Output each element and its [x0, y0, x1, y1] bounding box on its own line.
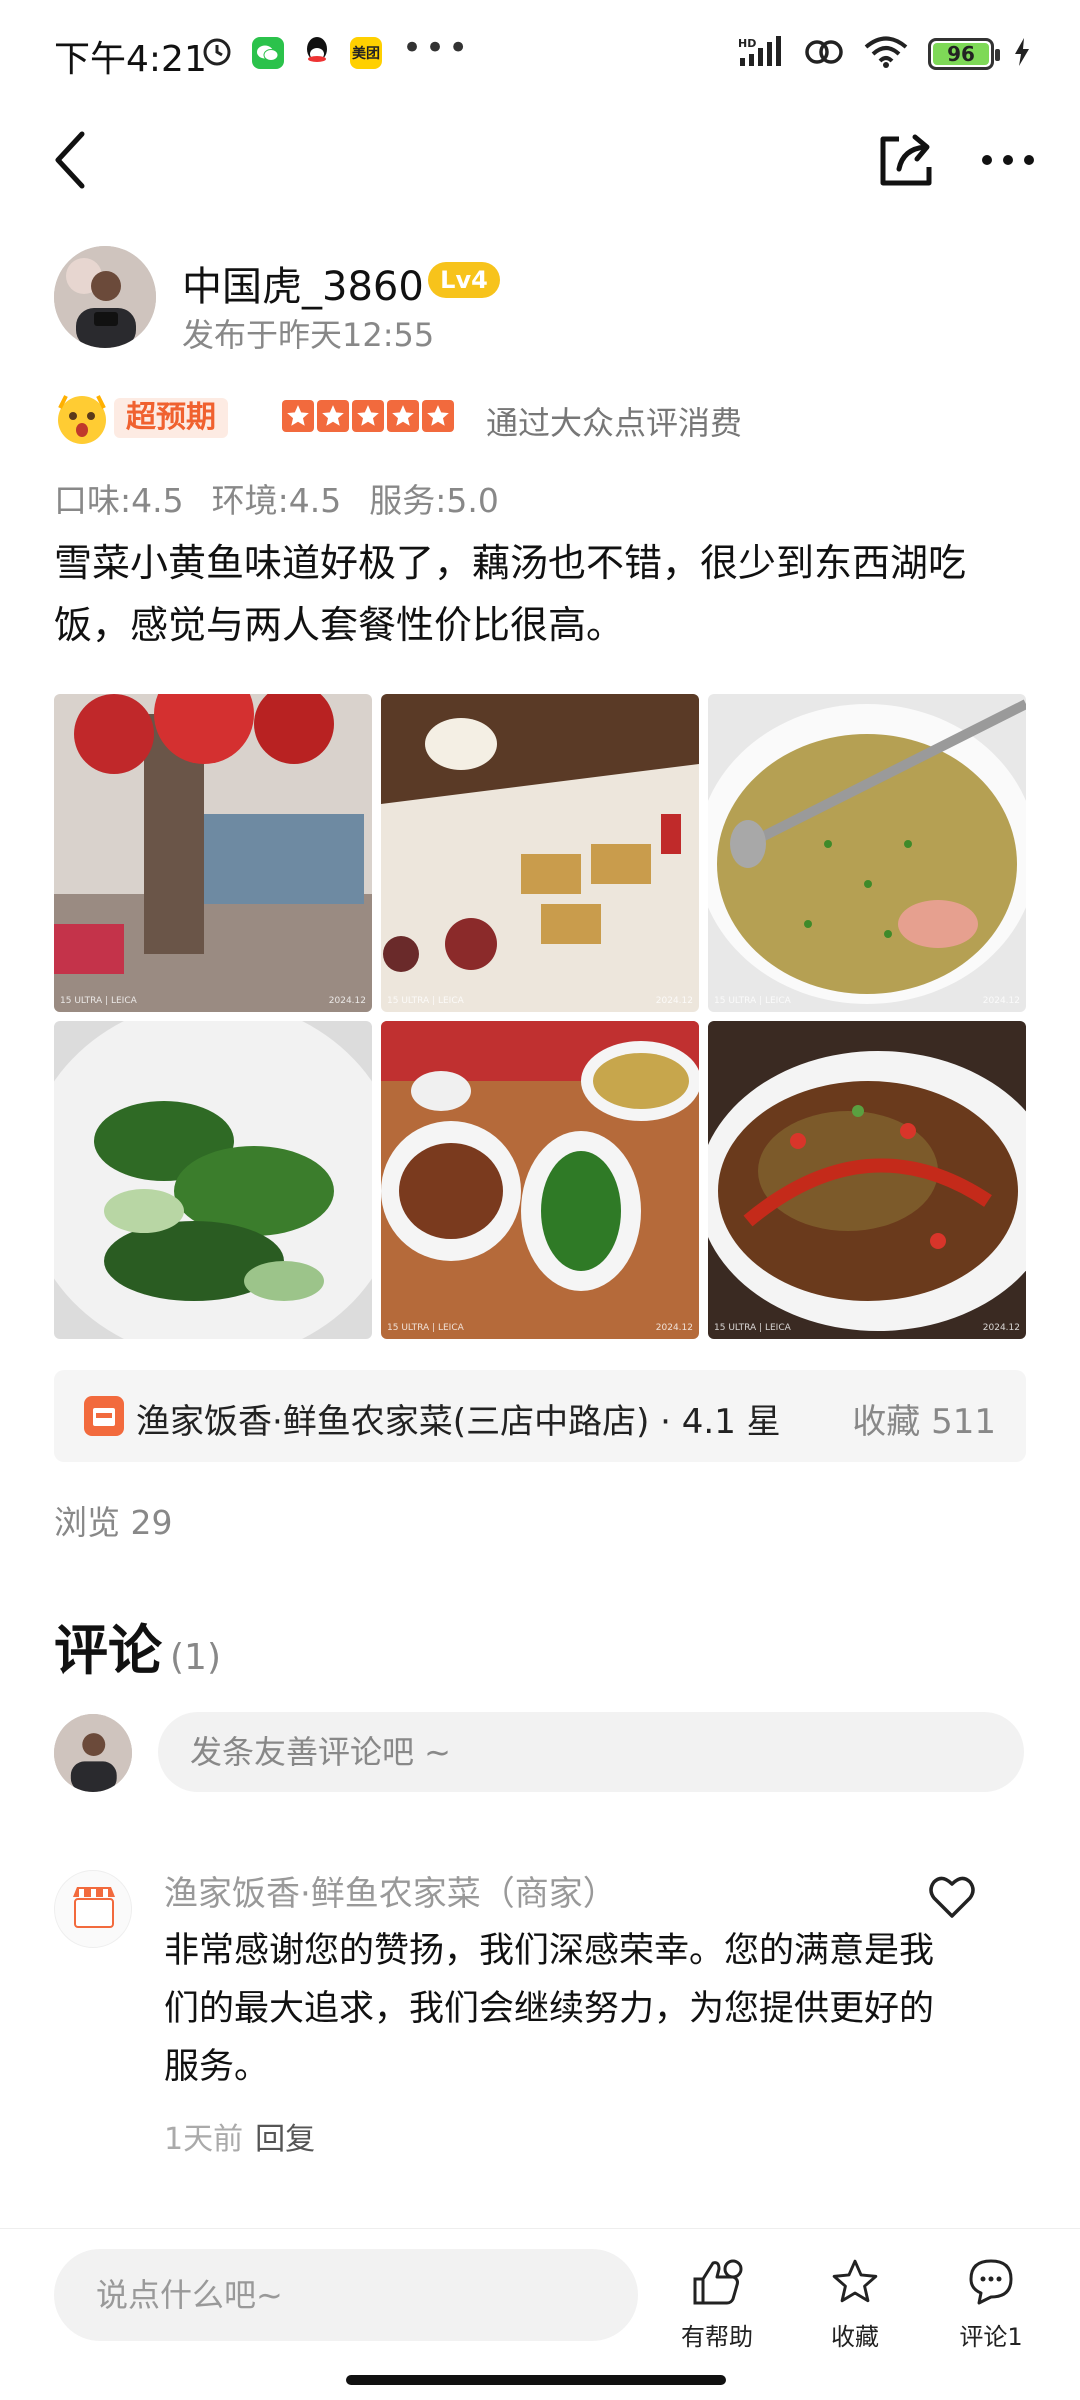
status-time: 下午4:21: [54, 39, 207, 80]
comments-title: 评论: [54, 1619, 162, 1682]
svg-text:HD: HD: [738, 37, 756, 50]
star-outline-icon: [832, 2259, 878, 2303]
star-rating: [282, 400, 454, 432]
star-icon: [422, 400, 454, 432]
comment-button[interactable]: 评论1: [936, 2257, 1046, 2357]
photo-date: 2024.12: [982, 996, 1020, 1006]
reply-meta: 1天前 回复: [164, 2114, 315, 2158]
photo-date: 2024.12: [655, 996, 693, 1006]
reply-text: 非常感谢您的赞扬，我们深感荣幸。您的满意是我们的最大追求，我们会继续努力，为您提…: [164, 1931, 935, 2087]
sub-scores: 口味:4.5 环境:4.5 服务:5.0: [54, 474, 499, 522]
alarm-icon: [200, 34, 234, 72]
back-icon[interactable]: [40, 128, 100, 192]
heart-icon[interactable]: [924, 1868, 980, 1924]
level-badge: Lv4: [428, 262, 500, 298]
photo-greens[interactable]: [54, 1021, 372, 1339]
my-avatar: [54, 1714, 132, 1792]
photo-watermark: 15 ULTRA | LEICA: [714, 996, 791, 1006]
qq-icon: [302, 35, 332, 71]
shop-icon: [84, 1396, 124, 1436]
helpful-label: 有帮助: [681, 2323, 753, 2351]
author-header: 中国虎_3860 Lv4 发布于昨天12:55: [54, 246, 1026, 356]
photo-date: 2024.12: [328, 996, 366, 1006]
photo-date: 2024.12: [655, 1323, 693, 1333]
comments-header: 评论 (1): [54, 1606, 221, 1685]
say-something-input[interactable]: 说点什么吧~: [54, 2249, 638, 2341]
photo-interior-wall[interactable]: 15 ULTRA | LEICA 2024.12: [381, 694, 699, 1012]
photo-watermark: 15 ULTRA | LEICA: [387, 1323, 464, 1333]
wechat-icon: [252, 37, 284, 69]
thumbs-up-icon: [693, 2259, 743, 2305]
battery-level: 96: [933, 43, 989, 65]
rating-row: 超预期 通过大众点评消费: [54, 388, 1026, 448]
view-count: 浏览 29: [54, 1503, 173, 1542]
star-icon: [317, 400, 349, 432]
comment-input[interactable]: 发条友善评论吧 ~: [158, 1712, 1024, 1792]
photo-table-spread[interactable]: 15 ULTRA | LEICA 2024.12: [381, 1021, 699, 1339]
favorite-label: 收藏: [831, 2323, 879, 2351]
link-icon: [804, 37, 844, 71]
top-nav: [0, 110, 1080, 210]
review-text: 雪菜小黄鱼味道好极了，藕汤也不错，很少到东西湖吃饭，感觉与两人套餐性价比很高。: [54, 541, 967, 647]
reply-button[interactable]: 回复: [255, 2122, 315, 2157]
star-icon: [352, 400, 384, 432]
comment-bubble-icon: [969, 2259, 1013, 2305]
comment-compose: 发条友善评论吧 ~: [54, 1712, 1026, 1792]
comments-count: (1): [170, 1637, 221, 1678]
favorite-button[interactable]: 收藏: [800, 2257, 910, 2357]
score-service: 服务:5.0: [369, 481, 499, 520]
photo-grid: 15 ULTRA | LEICA 2024.12 15 ULTRA | LEIC…: [54, 694, 1026, 1339]
signal-icon: HD: [738, 36, 784, 72]
photo-watermark: 15 ULTRA | LEICA: [714, 1323, 791, 1333]
wifi-icon: [864, 36, 908, 72]
photo-watermark: 15 ULTRA | LEICA: [387, 996, 464, 1006]
post-time: 发布于昨天12:55: [182, 316, 435, 354]
author-name[interactable]: 中国虎_3860: [182, 254, 424, 312]
status-app-icons: 美团: [200, 34, 382, 72]
author-avatar[interactable]: [54, 246, 156, 348]
star-icon: [387, 400, 419, 432]
photo-date: 2024.12: [982, 1323, 1020, 1333]
surprised-emoji-icon: [54, 390, 110, 446]
charging-icon: [1014, 38, 1030, 70]
photo-restaurant-tree[interactable]: 15 ULTRA | LEICA 2024.12: [54, 694, 372, 1012]
rating-tag: 超预期: [114, 398, 228, 438]
shop-favorites: 收藏 511: [852, 1402, 996, 1442]
more-icon[interactable]: [978, 140, 1038, 180]
reply-time: 1天前: [164, 2122, 244, 2157]
bottom-bar: 说点什么吧~ 有帮助 收藏 评论1: [0, 2228, 1080, 2400]
score-environment: 环境:4.5: [211, 481, 342, 520]
star-icon: [282, 400, 314, 432]
shop-card[interactable]: 渔家饭香·鲜鱼农家菜(三店中路店) · 4.1 星 收藏 511: [54, 1370, 1026, 1462]
status-right-icons: HD 96: [738, 36, 1030, 72]
photo-watermark: 15 ULTRA | LEICA: [60, 996, 137, 1006]
comment-label: 评论1: [959, 2323, 1023, 2351]
photo-soup[interactable]: 15 ULTRA | LEICA 2024.12: [708, 694, 1026, 1012]
home-indicator[interactable]: [346, 2375, 726, 2385]
status-bar: 下午4:21 美团 ••• HD 96: [0, 0, 1080, 110]
merchant-name: 渔家饭香·鲜鱼农家菜（商家）: [164, 1874, 617, 1914]
meituan-icon: 美团: [350, 37, 382, 69]
battery-icon: 96: [928, 38, 1000, 70]
shop-name: 渔家饭香·鲜鱼农家菜(三店中路店) · 4.1 星: [136, 1402, 781, 1442]
merchant-avatar: [54, 1870, 132, 1948]
status-more-dots: •••: [402, 28, 472, 68]
score-taste: 口味:4.5: [54, 481, 184, 520]
photo-fish-dish[interactable]: 15 ULTRA | LEICA 2024.12: [708, 1021, 1026, 1339]
share-icon[interactable]: [874, 128, 938, 192]
helpful-button[interactable]: 有帮助: [662, 2257, 772, 2357]
verified-consumption: 通过大众点评消费: [486, 404, 743, 442]
